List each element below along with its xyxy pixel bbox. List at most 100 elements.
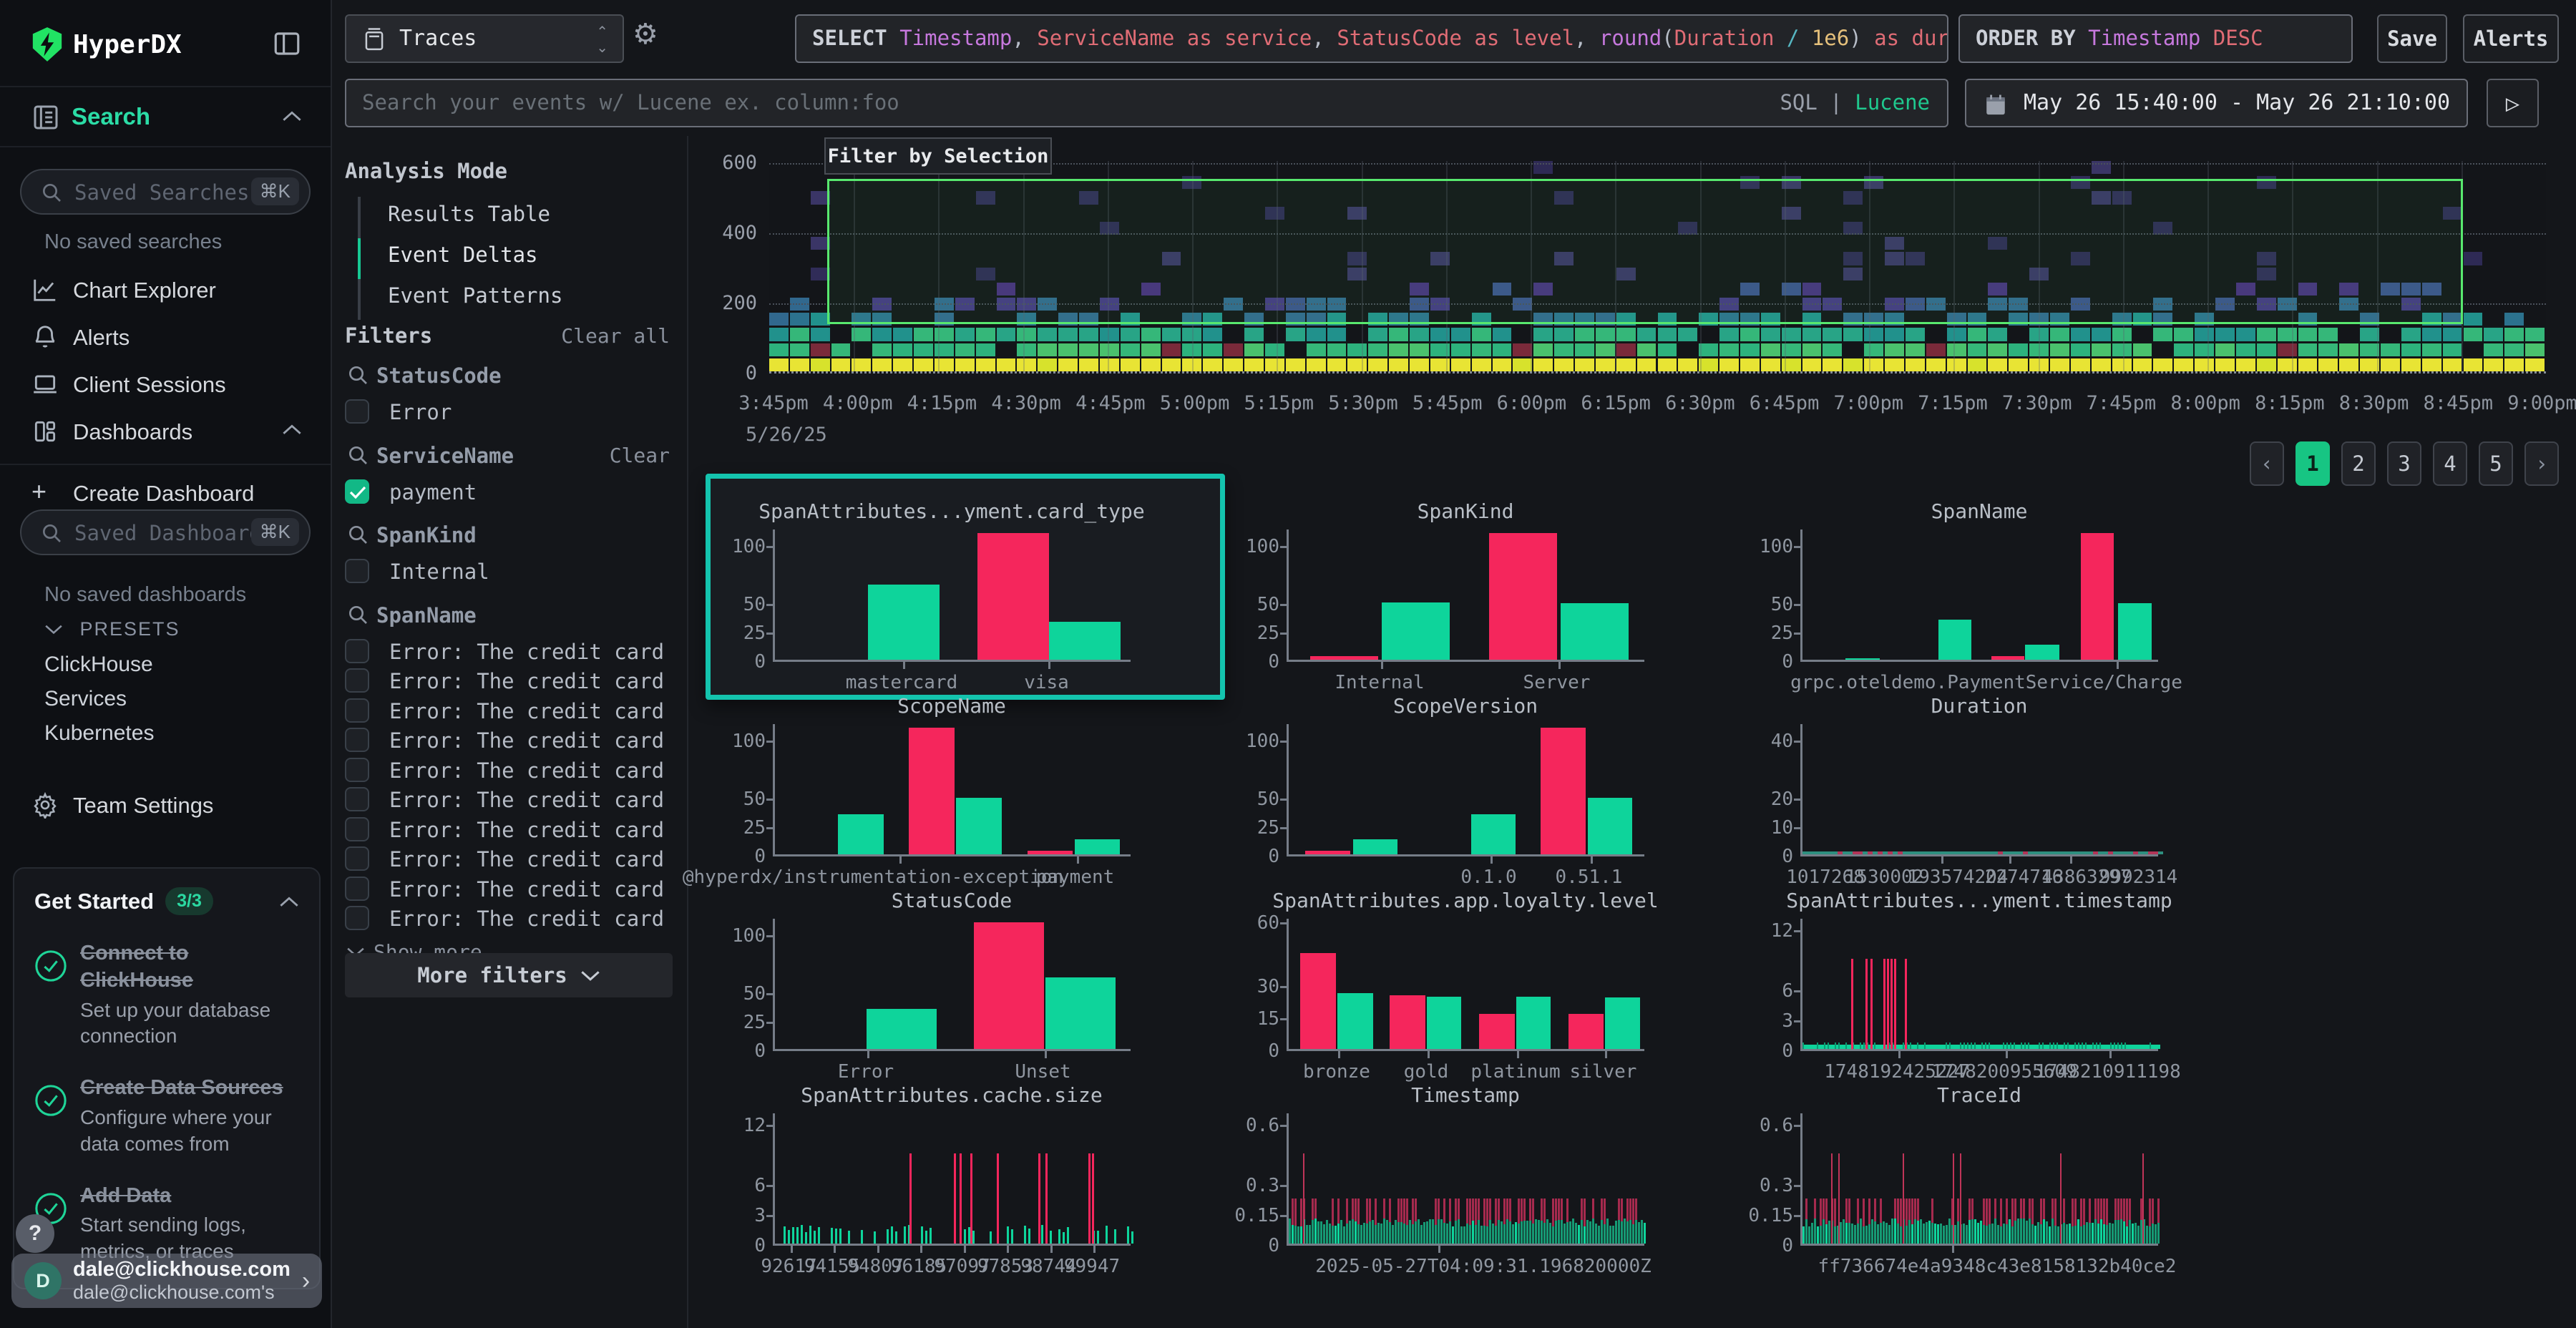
bar[interactable] — [1561, 603, 1629, 660]
filter-option[interactable]: Error: The credit card … — [345, 667, 674, 697]
order-by-input[interactable]: ORDER BY Timestamp DESC — [1958, 14, 2353, 63]
sql-select-input[interactable]: SELECT Timestamp, ServiceName as service… — [795, 14, 1948, 63]
delta-chart-timestamp[interactable]: Timestamp0.60.30.1502025-05-27T04:09:31.… — [1229, 1083, 1730, 1278]
spike[interactable] — [1045, 1153, 1048, 1244]
bar[interactable] — [838, 814, 884, 854]
sidebar-item-chart-explorer[interactable]: Chart Explorer — [0, 270, 331, 313]
bar[interactable] — [1489, 533, 1557, 660]
bar[interactable] — [974, 922, 1044, 1049]
bar[interactable] — [1353, 839, 1398, 854]
checkbox[interactable] — [345, 668, 369, 693]
search-section-header[interactable]: Search — [0, 87, 331, 147]
bar[interactable] — [1588, 798, 1633, 854]
spike[interactable] — [1865, 959, 1868, 1049]
checkbox[interactable] — [345, 906, 369, 930]
pagination-page-1[interactable]: 1 — [2296, 441, 2330, 486]
spike[interactable] — [1887, 959, 1889, 1049]
bar[interactable] — [1310, 656, 1378, 660]
bar[interactable] — [2025, 645, 2059, 660]
date-range-picker[interactable]: May 26 15:40:00 - May 26 21:10:00 — [1965, 79, 2468, 127]
analysis-mode-results-table[interactable]: Results Table — [388, 202, 550, 226]
delta-chart-spanattributes-yment-timestamp[interactable]: SpanAttributes...yment.timestamp12630174… — [1743, 889, 2244, 1083]
spike[interactable] — [2060, 1153, 2062, 1244]
delta-chart-traceid[interactable]: TraceId0.60.30.150ff736674e4a9348c43e815… — [1743, 1083, 2244, 1278]
sidebar-item-team-settings[interactable]: Team Settings — [0, 786, 331, 829]
language-toggle[interactable]: SQL | Lucene — [1780, 90, 1930, 114]
delta-chart-spanattributes-app-loyalty-level[interactable]: SpanAttributes.app.loyalty.level6030150b… — [1229, 889, 1730, 1083]
spike[interactable] — [1870, 959, 1873, 1049]
filter-option[interactable]: Error: The credit card … — [345, 756, 674, 786]
lang-sql[interactable]: SQL — [1780, 90, 1817, 114]
spike[interactable] — [1088, 1153, 1091, 1244]
lang-lucene[interactable]: Lucene — [1855, 90, 1930, 114]
spike[interactable] — [1092, 1153, 1094, 1244]
bar[interactable] — [977, 533, 1049, 660]
bar[interactable] — [1991, 656, 2024, 660]
spike[interactable] — [2142, 1153, 2144, 1244]
bar[interactable] — [909, 728, 955, 854]
spike[interactable] — [909, 1153, 912, 1244]
bar[interactable] — [1938, 620, 1971, 660]
user-menu[interactable]: D dale@clickhouse.com dale@clickhouse.co… — [11, 1254, 322, 1308]
delta-chart-duration[interactable]: Duration40201001017268153000219357420422… — [1743, 694, 2244, 889]
spike[interactable] — [997, 1153, 999, 1244]
delta-chart-spanattributes-yment-card-type[interactable]: SpanAttributes...yment.card_type10050250… — [716, 499, 1216, 694]
filter-option[interactable]: Error: The credit card … — [345, 845, 674, 875]
delta-chart-spankind[interactable]: SpanKind10050250InternalServer — [1229, 499, 1730, 694]
pagination-page-3[interactable]: 3 — [2387, 441, 2421, 486]
pagination-page-2[interactable]: 2 — [2341, 441, 2376, 486]
search-input[interactable]: Search your events w/ Lucene ex. column:… — [345, 79, 1948, 127]
spike[interactable] — [1894, 959, 1896, 1049]
checkbox[interactable] — [345, 877, 369, 901]
filter-option[interactable]: Error: The credit card … — [345, 697, 674, 727]
bar[interactable] — [2081, 533, 2114, 660]
checkbox[interactable] — [345, 758, 369, 782]
spike[interactable] — [1851, 959, 1853, 1049]
bar[interactable] — [1049, 622, 1121, 660]
preset-item-kubernetes[interactable]: Kubernetes — [44, 721, 154, 746]
checkbox[interactable] — [345, 846, 369, 871]
checkbox[interactable] — [345, 698, 369, 723]
bar[interactable] — [1427, 997, 1461, 1049]
presets-toggle[interactable]: PRESETS — [44, 618, 180, 640]
run-query-button[interactable]: ▷ — [2487, 79, 2539, 127]
checkbox[interactable] — [345, 728, 369, 752]
saved-searches-input[interactable]: Saved Searches ⌘K — [20, 169, 311, 215]
filter-option[interactable]: Error — [345, 398, 674, 428]
spike[interactable] — [970, 1153, 972, 1244]
heatmap-selection-box[interactable] — [827, 179, 2463, 324]
analysis-mode-event-deltas[interactable]: Event Deltas — [388, 243, 538, 267]
saved-dashboards-input[interactable]: Saved Dashboards ⌘K — [20, 509, 311, 555]
pagination-page-5[interactable]: 5 — [2479, 441, 2513, 486]
bar[interactable] — [1479, 1014, 1515, 1049]
pagination-page-4[interactable]: 4 — [2433, 441, 2467, 486]
get-started-item[interactable]: Create Data SourcesConfigure where your … — [34, 1074, 299, 1157]
alerts-button[interactable]: Alerts — [2463, 14, 2559, 63]
bar[interactable] — [1516, 997, 1551, 1049]
bar[interactable] — [1541, 728, 1586, 854]
spike[interactable] — [1905, 959, 1907, 1049]
filter-option[interactable]: Error: The credit card … — [345, 786, 674, 816]
checkbox[interactable] — [345, 399, 369, 424]
spike[interactable] — [1960, 1153, 1961, 1244]
sidebar-item-client-sessions[interactable]: Client Sessions — [0, 365, 331, 408]
filter-option[interactable]: Error: The credit card … — [345, 904, 674, 934]
delta-chart-statuscode[interactable]: StatusCode10050250ErrorUnset — [716, 889, 1216, 1083]
filter-option[interactable]: Error: The credit card … — [345, 638, 674, 668]
sidebar-item-alerts[interactable]: Alerts — [0, 318, 331, 361]
spike[interactable] — [1038, 1153, 1040, 1244]
filter-by-selection-button[interactable]: Filter by Selection — [824, 137, 1052, 175]
checkbox[interactable] — [345, 559, 369, 583]
checkbox[interactable] — [345, 787, 369, 811]
bar[interactable] — [956, 798, 1002, 854]
spike[interactable] — [1831, 1153, 1833, 1244]
filter-option[interactable]: Internal — [345, 557, 674, 587]
bar[interactable] — [1045, 977, 1116, 1049]
bar[interactable] — [867, 1009, 937, 1049]
delta-chart-scopename[interactable]: ScopeName10050250@hyperdx/instrumentatio… — [716, 694, 1216, 889]
bar[interactable] — [1390, 995, 1425, 1049]
preset-item-clickhouse[interactable]: ClickHouse — [44, 653, 153, 677]
checkbox[interactable] — [345, 639, 369, 663]
spike[interactable] — [1838, 1153, 1840, 1244]
source-selector[interactable]: Traces ⌃⌄ — [345, 14, 624, 63]
